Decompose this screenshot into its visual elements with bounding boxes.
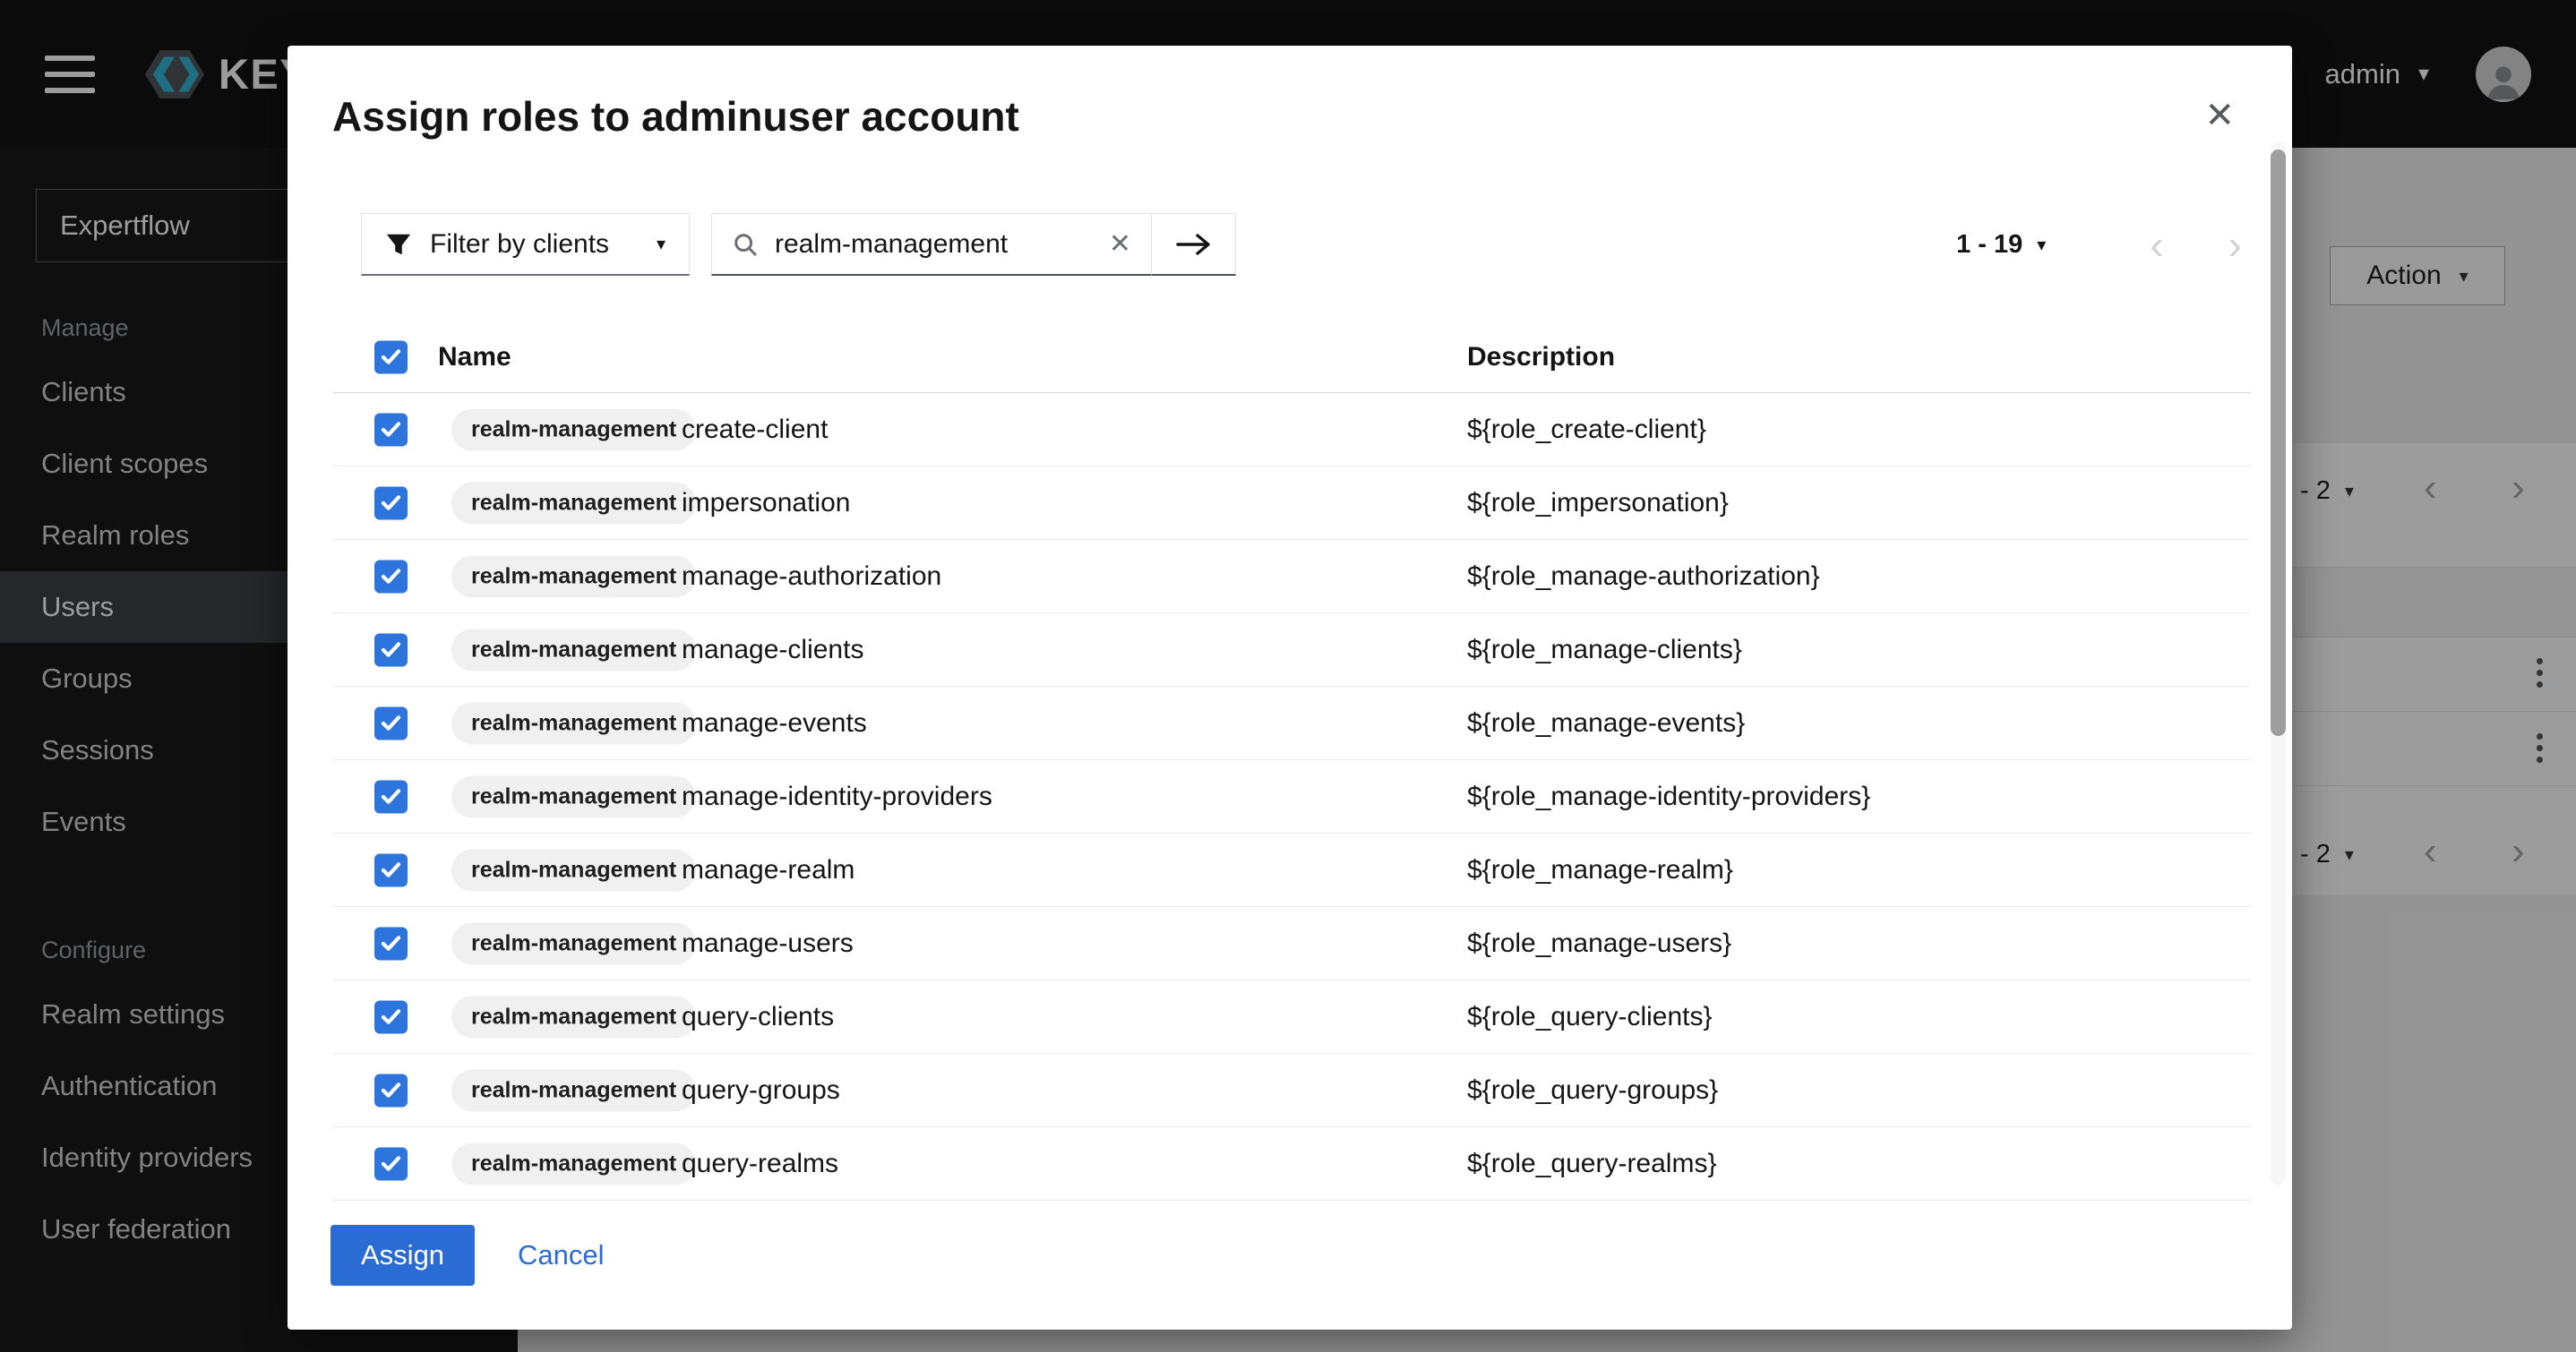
chevron-down-icon: ▾ xyxy=(657,233,665,255)
role-name: manage-users xyxy=(682,928,854,959)
chevron-down-icon[interactable]: ▾ xyxy=(2037,234,2046,256)
client-badge: realm-management xyxy=(451,1069,696,1111)
modal-toolbar: Filter by clients ▾ ✕ 1 - 19 ▾ ‹ › xyxy=(361,213,2242,276)
role-description: ${role_impersonation} xyxy=(1467,488,1729,518)
search-submit-button[interactable] xyxy=(1151,213,1236,276)
role-description: ${role_query-clients} xyxy=(1467,1002,1713,1032)
role-description: ${role_manage-clients} xyxy=(1467,635,1742,665)
row-checkbox[interactable] xyxy=(374,1147,408,1180)
modal-footer: Assign Cancel xyxy=(331,1225,605,1286)
filter-by-clients-dropdown[interactable]: Filter by clients ▾ xyxy=(361,213,690,276)
role-name: manage-clients xyxy=(682,635,863,665)
table-row: realm-managementquery-realms ${role_query… xyxy=(333,1127,2251,1201)
column-header-name: Name xyxy=(438,342,511,372)
role-name: manage-identity-providers xyxy=(682,782,992,812)
client-badge: realm-management xyxy=(451,555,696,597)
client-badge: realm-management xyxy=(451,922,696,964)
row-checkbox[interactable] xyxy=(374,486,408,519)
prev-page-icon[interactable]: ‹ xyxy=(2150,224,2163,265)
role-name: manage-authorization xyxy=(682,561,941,592)
role-name: create-client xyxy=(682,415,828,445)
client-badge: realm-management xyxy=(451,702,696,744)
assign-button[interactable]: Assign xyxy=(331,1225,475,1286)
next-page-icon[interactable]: › xyxy=(2228,224,2242,265)
table-row: realm-managementquery-groups ${role_query… xyxy=(333,1054,2251,1127)
search-input[interactable] xyxy=(775,229,1061,260)
table-row: realm-managementmanage-users ${role_manag… xyxy=(333,907,2251,980)
role-description: ${role_manage-identity-providers} xyxy=(1467,782,1870,812)
search-icon xyxy=(732,231,759,258)
table-row: realm-managementmanage-clients ${role_man… xyxy=(333,613,2251,687)
role-name: query-clients xyxy=(682,1002,834,1032)
client-badge: realm-management xyxy=(451,408,696,450)
assign-roles-modal: Assign roles to adminuser account ✕ Filt… xyxy=(288,46,2292,1330)
role-description: ${role_manage-users} xyxy=(1467,928,1731,959)
client-badge: realm-management xyxy=(451,482,696,524)
role-name: impersonation xyxy=(682,488,850,518)
close-icon[interactable]: ✕ xyxy=(2204,98,2235,133)
role-description: ${role_manage-authorization} xyxy=(1467,561,1820,592)
arrow-right-icon xyxy=(1176,232,1212,257)
roles-table: Name Description realm-managementcreate-… xyxy=(333,321,2251,1201)
select-all-checkbox[interactable] xyxy=(374,340,408,373)
modal-pagination: 1 - 19 ▾ ‹ › xyxy=(1956,224,2242,265)
table-row: realm-managementimpersonation ${role_impe… xyxy=(333,466,2251,540)
column-header-description: Description xyxy=(1467,342,1615,372)
cancel-button[interactable]: Cancel xyxy=(518,1239,605,1271)
row-checkbox[interactable] xyxy=(374,1074,408,1107)
role-description: ${role_manage-realm} xyxy=(1467,855,1733,886)
table-row: realm-managementmanage-events ${role_mana… xyxy=(333,687,2251,760)
row-checkbox[interactable] xyxy=(374,413,408,446)
pagination-range: 1 - 19 xyxy=(1956,230,2022,260)
table-row: realm-managementmanage-authorization ${ro… xyxy=(333,540,2251,613)
client-badge: realm-management xyxy=(451,849,696,891)
filter-label: Filter by clients xyxy=(430,229,609,260)
row-checkbox[interactable] xyxy=(374,853,408,886)
role-name: query-groups xyxy=(682,1075,840,1106)
table-header-row: Name Description xyxy=(333,321,2251,393)
scrollbar-thumb[interactable] xyxy=(2271,150,2286,736)
row-checkbox[interactable] xyxy=(374,927,408,960)
role-name: manage-realm xyxy=(682,855,854,886)
filter-icon xyxy=(385,231,412,258)
roles-table-body: realm-managementcreate-client${role_crea… xyxy=(333,393,2251,1201)
row-checkbox[interactable] xyxy=(374,706,408,740)
search-box: ✕ xyxy=(711,213,1152,276)
role-name: manage-events xyxy=(682,708,867,739)
modal-title: Assign roles to adminuser account xyxy=(332,92,1019,141)
role-description: ${role_manage-events} xyxy=(1467,708,1745,739)
row-checkbox[interactable] xyxy=(374,780,408,813)
role-description: ${role_query-realms} xyxy=(1467,1149,1716,1179)
search-group: ✕ xyxy=(711,213,1236,276)
role-description: ${role_create-client} xyxy=(1467,415,1706,445)
role-name: query-realms xyxy=(682,1149,838,1179)
role-description: ${role_query-groups} xyxy=(1467,1075,1718,1106)
table-row: realm-managementmanage-identity-provider… xyxy=(333,760,2251,834)
client-badge: realm-management xyxy=(451,1142,696,1185)
row-checkbox[interactable] xyxy=(374,1000,408,1033)
clear-search-icon[interactable]: ✕ xyxy=(1109,228,1131,260)
client-badge: realm-management xyxy=(451,775,696,817)
row-checkbox[interactable] xyxy=(374,560,408,593)
table-row: realm-managementquery-clients ${role_quer… xyxy=(333,980,2251,1054)
row-checkbox[interactable] xyxy=(374,633,408,666)
client-badge: realm-management xyxy=(451,996,696,1038)
scrollbar-track[interactable] xyxy=(2271,142,2286,1185)
table-row: realm-managementmanage-realm ${role_manag… xyxy=(333,834,2251,907)
table-row: realm-managementcreate-client ${role_crea… xyxy=(333,393,2251,466)
client-badge: realm-management xyxy=(451,629,696,671)
